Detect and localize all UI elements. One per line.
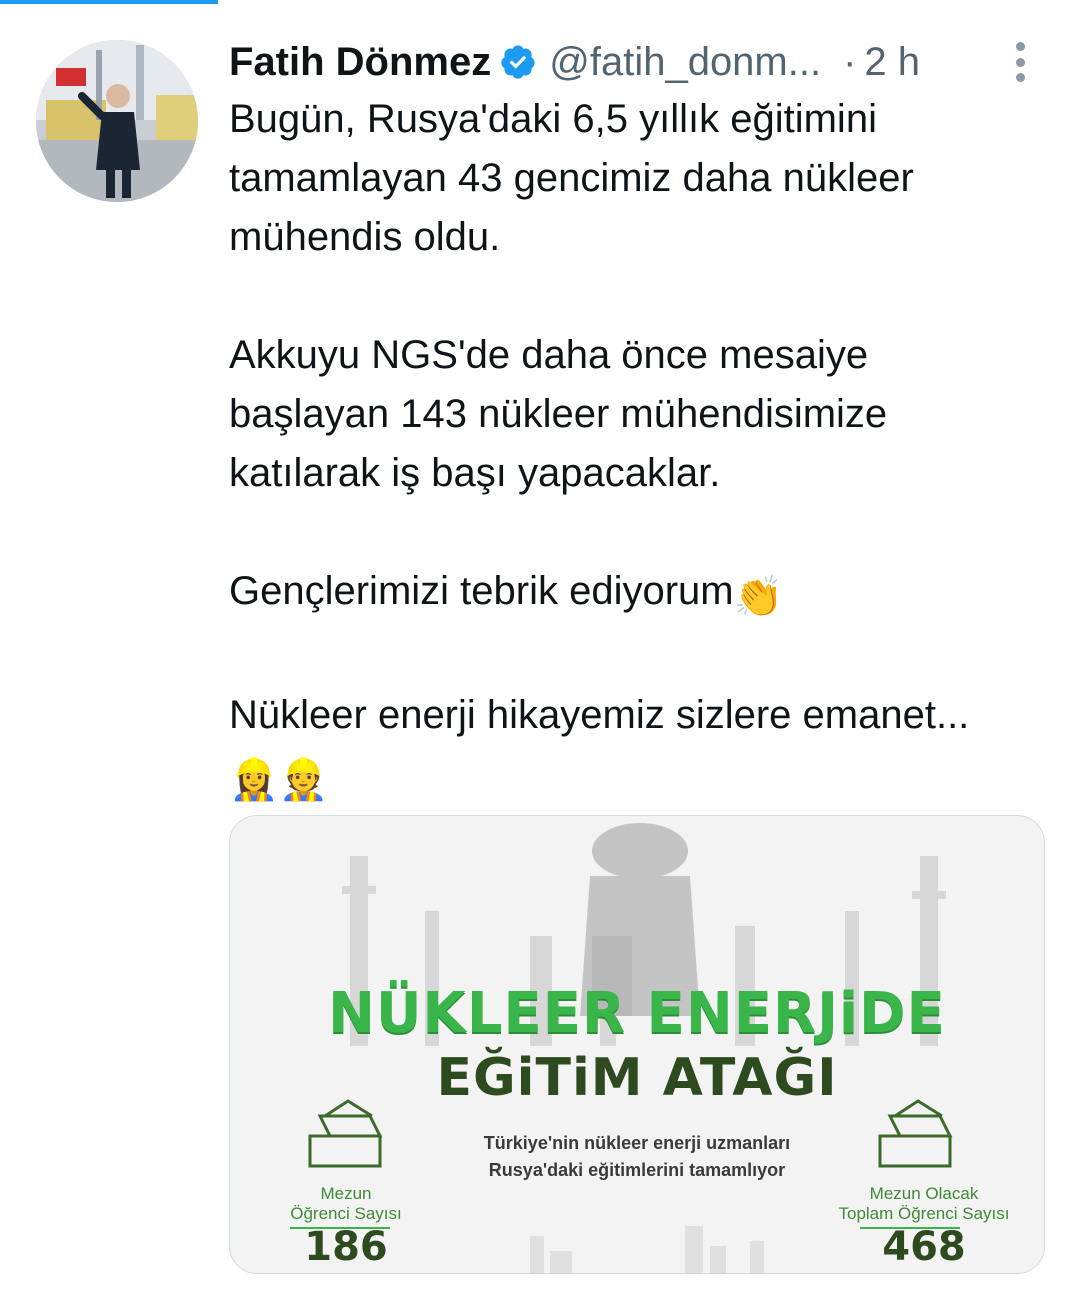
tweet-text: Bugün, Rusya'daki 6,5 yıllık eğitimini t…	[229, 90, 1029, 810]
more-options-icon[interactable]	[1000, 40, 1040, 84]
tweet-paragraph: Nükleer enerji hikayemiz sizlere emanet.…	[229, 686, 1029, 810]
tweet-paragraph: Gençlerimizi tebrik ediyorum👏	[229, 562, 1029, 627]
tweet-paragraph-text: Gençlerimizi tebrik ediyorum	[229, 569, 734, 613]
tweet[interactable]: Fatih Dönmez @fatih_donm... · 2 h Bugün,…	[0, 0, 1080, 1291]
avatar-photo	[36, 40, 198, 202]
infographic-subheadline: EĞiTiM ATAĞI	[436, 1048, 838, 1108]
stat-label: Mezun	[320, 1184, 372, 1203]
infographic-headline: NÜKLEER ENERJiDE	[328, 981, 946, 1046]
tweet-paragraph-text: Nükleer enerji hikayemiz sizlere emanet.…	[229, 693, 970, 737]
author-handle[interactable]: @fatih_donm...	[549, 40, 821, 85]
stat-total: Mezun Olacak Toplam Öğrenci Sayısı 468	[814, 1184, 1034, 1270]
infographic-caption: Türkiye'nin nükleer enerji uzmanları	[483, 1133, 791, 1153]
construction-worker-emoji: 👷‍♀️👷	[229, 758, 329, 802]
author-name[interactable]: Fatih Dönmez	[229, 40, 491, 85]
stat-value: 468	[882, 1224, 966, 1270]
clapping-hands-emoji: 👏	[733, 575, 784, 619]
stat-label: Mezun Olacak	[869, 1184, 979, 1203]
avatar[interactable]	[36, 40, 198, 202]
stat-label: Toplam Öğrenci Sayısı	[838, 1204, 1010, 1223]
tweet-paragraph: Bugün, Rusya'daki 6,5 yıllık eğitimini t…	[229, 97, 914, 259]
stat-graduated: Mezun Öğrenci Sayısı 186	[236, 1184, 456, 1270]
tweet-header: Fatih Dönmez @fatih_donm... · 2 h	[229, 36, 1040, 88]
timestamp[interactable]: 2 h	[864, 40, 920, 85]
stat-label: Öğrenci Sayısı	[290, 1204, 402, 1223]
stat-value: 186	[304, 1224, 388, 1270]
verified-badge-icon	[499, 43, 537, 81]
infographic-caption: Rusya'daki eğitimlerini tamamlıyor	[488, 1160, 786, 1180]
tweet-paragraph: Akkuyu NGS'de daha önce mesaiye başlayan…	[229, 333, 888, 495]
tweet-image[interactable]: NÜKLEER ENERJiDE EĞiTiM ATAĞI Türkiye'ni…	[229, 815, 1045, 1274]
separator-dot: ·	[843, 39, 857, 84]
